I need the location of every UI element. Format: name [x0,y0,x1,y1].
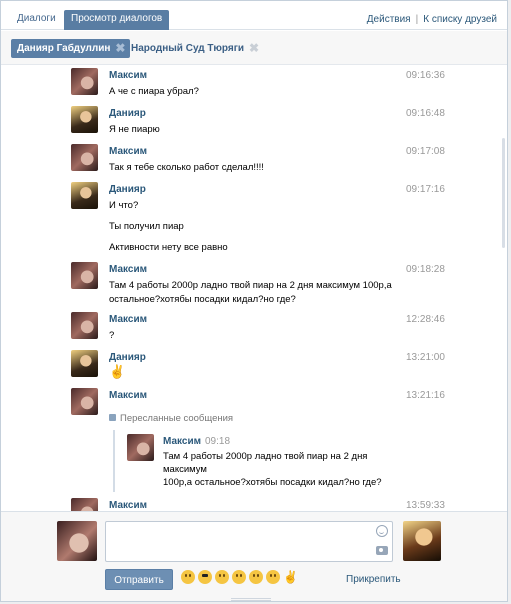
message-time: 13:59:33 [406,500,445,511]
message-author[interactable]: Максим [109,500,147,511]
forwarded-text: Там 4 работы 2000р ладно твой пиар на 2 … [163,450,408,489]
attach-link[interactable]: Прикрепить [346,574,401,585]
message-author[interactable]: Данияр [109,352,146,363]
message-text: Активности нету все равно [109,242,228,253]
forwarded-text-line: Там 4 работы 2000р ладно твой пиар на 2 … [163,451,368,475]
message: Максим 12:28:46 ? [71,312,445,342]
message-text: И что? [109,200,139,211]
sunglasses-emoji-icon[interactable] [198,570,212,584]
message-time: 13:21:16 [406,390,445,401]
message: Данияр 09:16:48 Я не пиарю [71,106,445,136]
message-history[interactable]: Максим 09:16:36 А че с пиара убрал? Дани… [1,66,507,511]
message: Максим 13:21:16 Пересланные сообщения Ма… [71,388,445,498]
dialog-window: Диалоги Просмотр диалогов Действия | К спи… [0,0,508,602]
message: Максим 13:59:33 [71,498,445,511]
close-icon[interactable]: ✖ [249,39,259,58]
chat-tab-court[interactable]: Народный Суд Тюряги ✖ [125,39,264,58]
link-separator: | [415,14,419,25]
message-author[interactable]: Максим [109,264,147,275]
forwarded-time: 09:18 [205,436,231,447]
message-time: 09:16:36 [406,70,445,81]
message-time: 09:17:16 [406,184,445,195]
send-button[interactable]: Отправить [105,569,173,590]
message-input[interactable] [105,521,393,562]
message: Максим 09:18:28 Там 4 работы 2000р ладно… [71,262,445,306]
message-text: Я не пиарю [109,124,160,135]
message-text: остальное?хотябы посадки кидал?но где? [109,294,296,305]
message: Максим 09:17:08 Так я тебе сколько работ… [71,144,445,174]
top-links: Действия | К списку друзей [367,14,497,25]
message: Данияр 09:17:16 И что? Ты получил пиар А… [71,182,445,254]
avatar[interactable] [71,312,98,339]
grin-emoji-icon[interactable] [232,570,246,584]
message-author[interactable]: Максим [109,146,147,157]
camera-icon[interactable] [376,546,388,555]
laughing-emoji-icon[interactable] [181,570,195,584]
message-time: 13:21:00 [406,352,445,363]
forwarded-header-label: Пересланные сообщения [120,413,234,424]
blowing-kiss-emoji-icon[interactable] [215,570,229,584]
chat-tab-daniyar[interactable]: Данияр Габдуллин ✖ [11,39,131,58]
avatar[interactable] [71,388,98,415]
avatar[interactable] [71,262,98,289]
message-author[interactable]: Данияр [109,184,146,195]
message-text: ? [109,330,115,341]
avatar[interactable] [71,106,98,133]
emoji-bar: ✌ [181,570,300,588]
scrollbar[interactable] [502,138,505,248]
victory-hand-icon: ✌ [109,364,126,379]
message: Данияр 13:21:00 ✌ [71,350,445,380]
peer-avatar[interactable] [403,521,441,561]
chat-tab-label: Народный Суд Тюряги [131,43,245,54]
actions-link[interactable]: Действия [367,14,411,25]
message-author[interactable]: Максим [109,390,147,401]
victory-hand-emoji-icon[interactable]: ✌ [283,570,298,584]
smile-icon[interactable] [376,525,388,537]
top-tabs: Диалоги Просмотр диалогов Действия | К спи… [1,1,507,30]
composer: Отправить ✌ Прикрепить [1,511,507,601]
resize-grip[interactable] [231,598,271,601]
my-avatar[interactable] [57,521,97,561]
message-author[interactable]: Данияр [109,108,146,119]
friends-list-link[interactable]: К списку друзей [423,14,497,25]
chat-tabs: Данияр Габдуллин ✖ Народный Суд Тюряги ✖ [1,31,507,65]
message-time: 09:18:28 [406,264,445,275]
avatar[interactable] [71,68,98,95]
smile-emoji-icon[interactable] [249,570,263,584]
avatar[interactable] [71,350,98,377]
forward-icon [109,414,116,421]
message-author[interactable]: Максим [109,314,147,325]
message-time: 09:16:48 [406,108,445,119]
avatar[interactable] [71,498,98,511]
message-time: 12:28:46 [406,314,445,325]
message-text: Ты получил пиар [109,221,184,232]
tab-view-dialogs[interactable]: Просмотр диалогов [64,10,170,30]
message-time: 09:17:08 [406,146,445,157]
chat-tab-label: Данияр Габдуллин [17,43,111,54]
message-author[interactable]: Максим [109,70,147,81]
message-text: Там 4 работы 2000р ладно твой пиар на 2 … [109,280,392,291]
avatar[interactable] [71,182,98,209]
forwarded-text-line: 100р,а остальное?хотябы посадки кидал?но… [163,477,382,488]
avatar[interactable] [71,144,98,171]
message-text: Так я тебе сколько работ сделал!!!! [109,162,264,173]
forwarded-message: Максим 09:18 Там 4 работы 2000р ладно тво… [113,430,413,492]
forwarded-author[interactable]: Максим [163,436,201,447]
crying-laughing-emoji-icon[interactable] [266,570,280,584]
tab-dialogs[interactable]: Диалоги [10,10,63,30]
forwarded-author-line: Максим 09:18 [163,436,230,447]
message-text: А че с пиара убрал? [109,86,199,97]
avatar[interactable] [127,434,154,461]
forwarded-header: Пересланные сообщения [109,413,233,424]
close-icon[interactable]: ✖ [115,39,125,58]
message: Максим 09:16:36 А че с пиара убрал? [71,68,445,98]
